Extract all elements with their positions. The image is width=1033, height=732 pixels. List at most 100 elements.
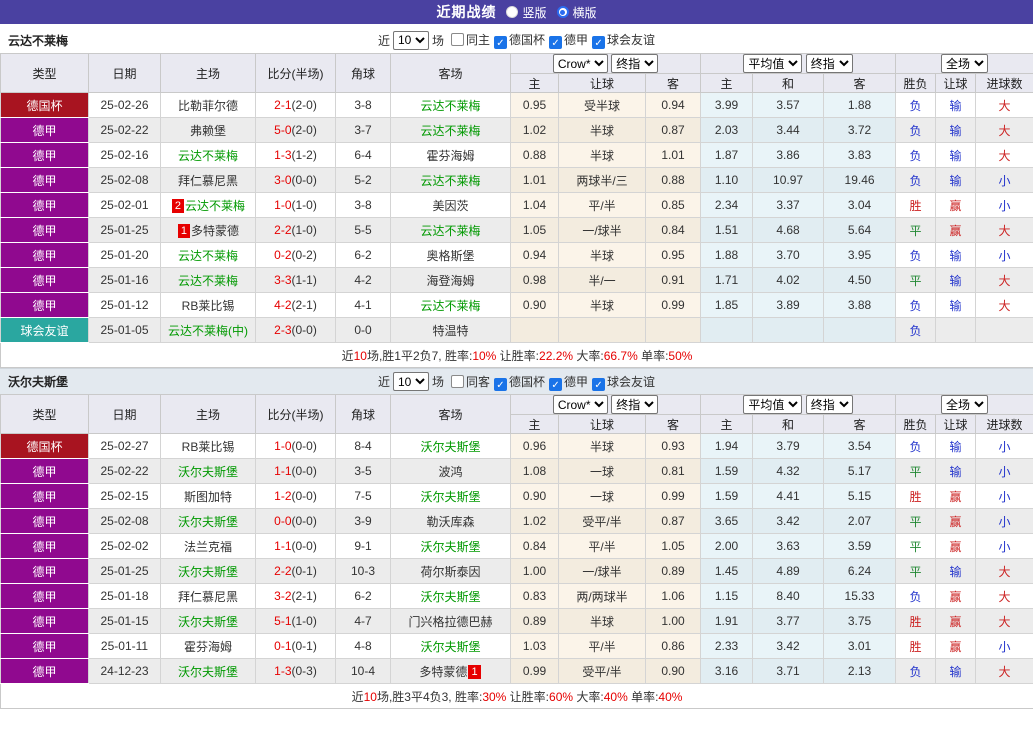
- league-filter-checkbox[interactable]: [549, 36, 562, 49]
- home-team-cell: RB莱比锡: [161, 293, 256, 318]
- horizontal-radio-icon[interactable]: [557, 6, 569, 18]
- score-cell: 0-2(0-2): [256, 243, 336, 268]
- away-team-cell: 云达不莱梅: [391, 218, 511, 243]
- handicap-odds-cell: 0.90: [646, 659, 701, 684]
- handicap-odds-cell: 一球: [559, 459, 646, 484]
- summary-segment: 单率:: [638, 349, 669, 363]
- average-odds-cell: 6.24: [824, 559, 896, 584]
- match-date: 25-01-15: [89, 609, 161, 634]
- result-cell: 大: [976, 293, 1033, 318]
- handicap-odds-cell: 0.89: [511, 609, 559, 634]
- home-team-cell: 沃尔夫斯堡: [161, 509, 256, 534]
- away-team-cell: 云达不莱梅: [391, 293, 511, 318]
- near-label: 近: [378, 32, 390, 49]
- league-filter-checkbox[interactable]: [592, 36, 605, 49]
- score-cell: 2-3(0-0): [256, 318, 336, 343]
- average-odds-cell: 3.59: [824, 534, 896, 559]
- average-select[interactable]: 平均值: [743, 54, 802, 73]
- home-team-cell: 霍芬海姆: [161, 634, 256, 659]
- match-type-badge: 德甲: [1, 659, 89, 684]
- result-cell: 大: [976, 659, 1033, 684]
- team-name: 沃尔夫斯堡: [420, 540, 480, 554]
- handicap-odds-cell: 一/球半: [559, 218, 646, 243]
- team-name: 云达不莱梅: [178, 149, 238, 163]
- col-handicap-result: 让球: [936, 415, 976, 434]
- result-cell: 小: [976, 168, 1033, 193]
- corners-cell: 9-1: [336, 534, 391, 559]
- league-filters: 同主德国杯德甲球会友谊: [447, 31, 655, 49]
- table-row: 德甲25-02-22弗赖堡5-0(2-0)3-7云达不莱梅1.02半球0.872…: [1, 118, 1033, 143]
- home-team-cell: 拜仁慕尼黑: [161, 168, 256, 193]
- league-filter-checkbox[interactable]: [494, 36, 507, 49]
- team-name: 沃尔夫斯堡: [178, 515, 238, 529]
- league-filter-checkbox[interactable]: [549, 378, 562, 391]
- average-odds-cell: 4.68: [753, 218, 824, 243]
- result-cell: 大: [976, 143, 1033, 168]
- same-side-label: 同主: [466, 33, 490, 47]
- page-title: 近期战绩: [436, 2, 496, 22]
- bremen-results-table: 类型 日期 主场 比分(半场) 角球 客场 Crow* 终指 平均值 终指 全场: [0, 53, 1033, 368]
- score-cell: 1-0(0-0): [256, 434, 336, 459]
- red-card-badge: 1: [178, 224, 190, 238]
- average-odds-cell: 3.42: [753, 509, 824, 534]
- summary-segment: 10: [364, 690, 377, 704]
- average-odds-cell: 8.40: [753, 584, 824, 609]
- average-odds-cell: 1.85: [701, 293, 753, 318]
- average-odds-cell: 3.70: [753, 243, 824, 268]
- odds-source-select[interactable]: Crow*: [553, 395, 608, 414]
- odds-time-select[interactable]: 终指: [611, 54, 658, 73]
- match-type-badge: 德甲: [1, 509, 89, 534]
- vertical-layout-option[interactable]: 竖版: [506, 4, 546, 21]
- average-odds-cell: 1.51: [701, 218, 753, 243]
- league-filter-checkbox[interactable]: [494, 378, 507, 391]
- horizontal-layout-option[interactable]: 横版: [557, 4, 597, 21]
- handicap-odds-cell: 0.90: [511, 293, 559, 318]
- summary-segment: 场,胜1平2负7, 胜率:: [367, 349, 472, 363]
- league-filter-label: 德甲: [564, 33, 588, 47]
- corners-cell: 4-2: [336, 268, 391, 293]
- scope-select[interactable]: 全场: [941, 395, 988, 414]
- odds-time-select-2[interactable]: 终指: [806, 54, 853, 73]
- summary-segment: 单率:: [628, 690, 659, 704]
- col-odds-home: 主: [701, 74, 753, 93]
- match-date: 25-02-01: [89, 193, 161, 218]
- league-filter-checkbox[interactable]: [592, 378, 605, 391]
- recent-count-select[interactable]: 10: [393, 31, 429, 50]
- col-handicap-away: 客: [646, 74, 701, 93]
- odds-source-select[interactable]: Crow*: [553, 54, 608, 73]
- away-team-cell: 海登海姆: [391, 268, 511, 293]
- match-type-badge: 德国杯: [1, 93, 89, 118]
- score-cell: 1-1(0-0): [256, 459, 336, 484]
- handicap-odds-cell: 0.95: [646, 243, 701, 268]
- average-odds-cell: 3.95: [824, 243, 896, 268]
- away-team-cell: 多特蒙德1: [391, 659, 511, 684]
- summary-row: 近10场,胜1平2负7, 胜率:10% 让胜率:22.2% 大率:66.7% 单…: [1, 343, 1033, 368]
- odds-time-select[interactable]: 终指: [611, 395, 658, 414]
- odds-time-select-2[interactable]: 终指: [806, 395, 853, 414]
- handicap-odds-cell: 1.02: [511, 509, 559, 534]
- corners-cell: 0-0: [336, 318, 391, 343]
- result-cell: 大: [976, 218, 1033, 243]
- match-date: 25-01-05: [89, 318, 161, 343]
- scope-select[interactable]: 全场: [941, 54, 988, 73]
- average-select[interactable]: 平均值: [743, 395, 802, 414]
- handicap-odds-cell: 0.85: [646, 193, 701, 218]
- result-cell: 输: [936, 434, 976, 459]
- handicap-odds-cell: 半球: [559, 143, 646, 168]
- team-name: 斯图加特: [184, 490, 232, 504]
- away-team-cell: 云达不莱梅: [391, 93, 511, 118]
- summary-segment: 近: [352, 690, 364, 704]
- result-cell: 负: [896, 293, 936, 318]
- table-row: 德甲25-01-15沃尔夫斯堡5-1(1-0)4-7门兴格拉德巴赫0.89半球1…: [1, 609, 1033, 634]
- average-odds-cell: 3.83: [824, 143, 896, 168]
- average-odds-cell: 1.91: [701, 609, 753, 634]
- away-team-cell: 云达不莱梅: [391, 168, 511, 193]
- recent-count-select[interactable]: 10: [393, 372, 429, 391]
- handicap-odds-cell: [646, 318, 701, 343]
- away-team-cell: 勒沃库森: [391, 509, 511, 534]
- vertical-radio-icon[interactable]: [506, 6, 518, 18]
- team-name: 拜仁慕尼黑: [178, 174, 238, 188]
- handicap-odds-cell: 1.00: [646, 609, 701, 634]
- same-side-checkbox[interactable]: [451, 33, 464, 46]
- same-side-checkbox[interactable]: [451, 375, 464, 388]
